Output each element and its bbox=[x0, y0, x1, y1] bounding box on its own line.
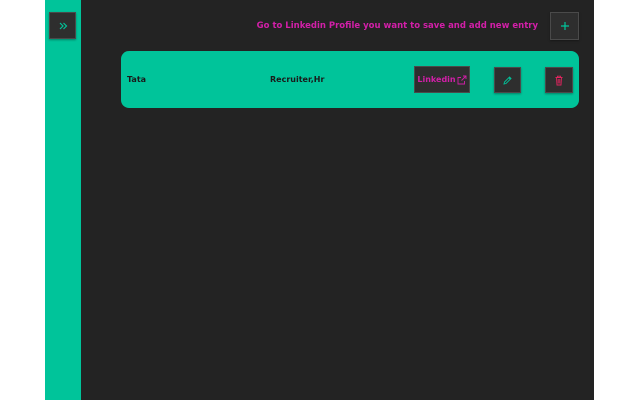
linkedin-button-label: Linkedin bbox=[417, 75, 456, 84]
trash-icon bbox=[554, 75, 564, 86]
entry-card: Tata Recruiter,Hr Linkedin bbox=[121, 51, 579, 108]
delete-entry-button[interactable] bbox=[545, 67, 573, 93]
entry-role: Recruiter,Hr bbox=[270, 75, 325, 84]
expand-sidebar-button[interactable] bbox=[49, 12, 76, 39]
add-entry-button[interactable] bbox=[550, 12, 579, 40]
instruction-text: Go to Linkedin Profile you want to save … bbox=[256, 21, 538, 31]
linkedin-button[interactable]: Linkedin bbox=[414, 66, 470, 93]
entry-name: Tata bbox=[127, 75, 147, 84]
pencil-icon bbox=[502, 75, 513, 86]
external-link-icon bbox=[457, 75, 467, 85]
plus-icon bbox=[560, 21, 570, 31]
sidebar bbox=[45, 0, 81, 400]
app-window: Go to Linkedin Profile you want to save … bbox=[45, 0, 594, 400]
chevron-double-right-icon bbox=[58, 21, 68, 31]
edit-entry-button[interactable] bbox=[494, 67, 521, 93]
